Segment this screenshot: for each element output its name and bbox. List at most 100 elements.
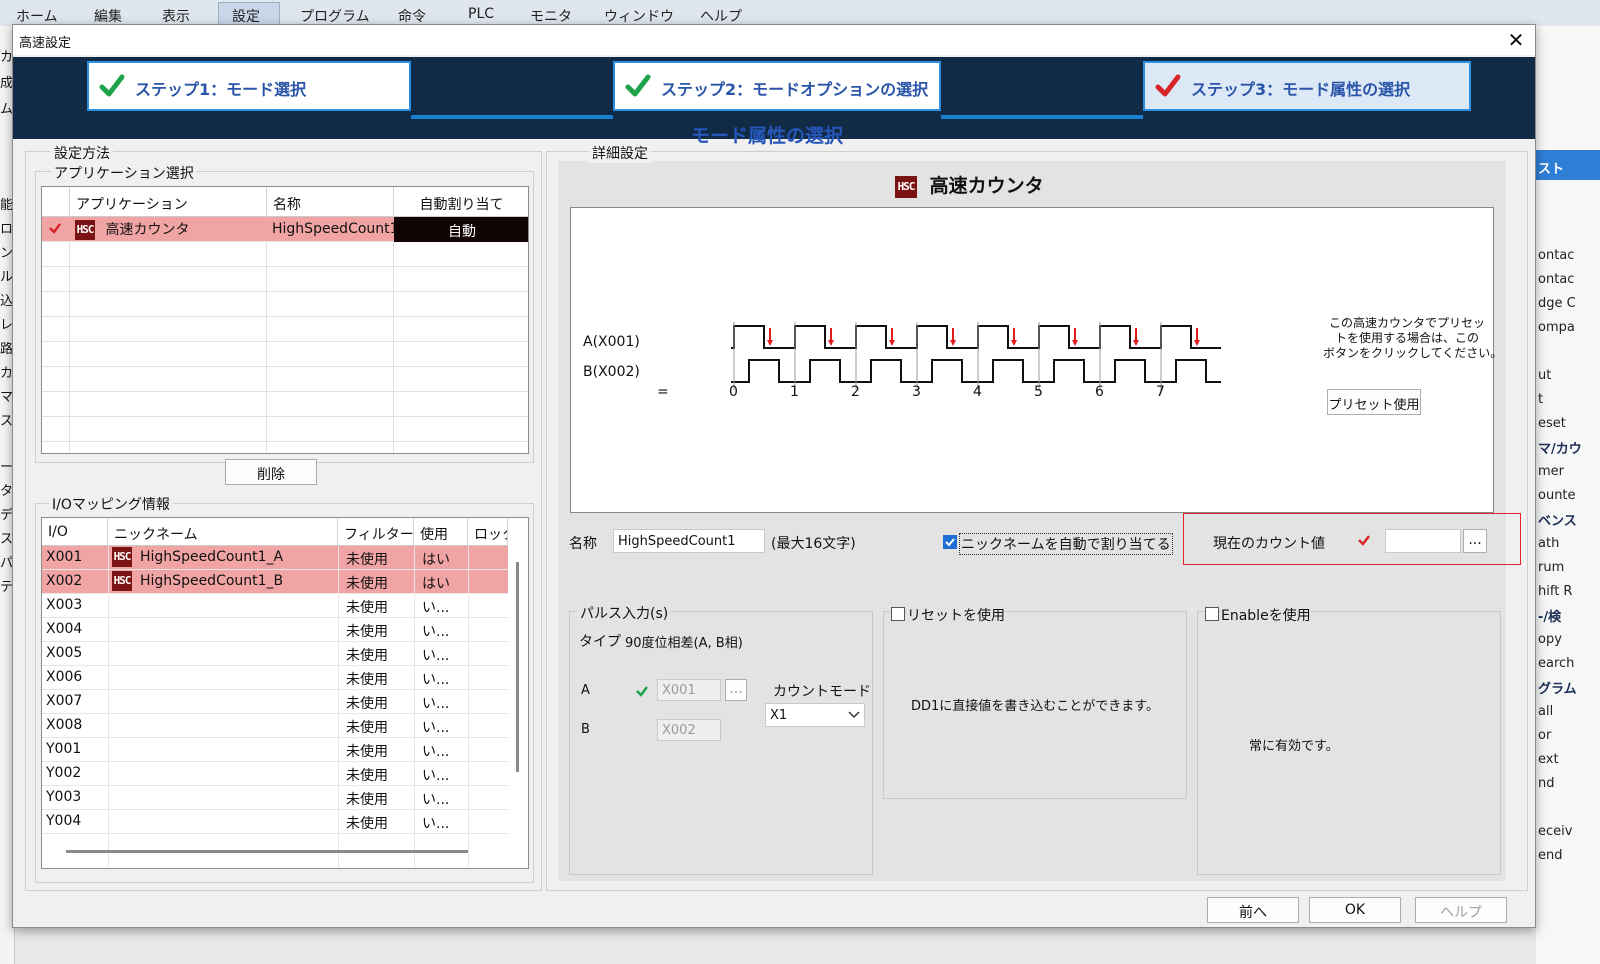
table-header[interactable]: アプリケーション xyxy=(70,187,267,217)
step-2[interactable]: ステップ2：モードオプションの選択 xyxy=(613,61,941,111)
count-tick: 6 xyxy=(1095,384,1104,400)
count-mode-label: カウントモード xyxy=(773,684,871,700)
delete-button[interactable]: 削除 xyxy=(225,459,317,485)
table-header[interactable]: 使用 xyxy=(414,518,468,546)
right-panel-item[interactable]: ath xyxy=(1538,536,1559,551)
right-panel-item[interactable]: eceiv xyxy=(1538,824,1572,839)
use-cell: はい xyxy=(422,552,450,568)
step-3[interactable]: ステップ3：モード属性の選択 xyxy=(1143,61,1471,111)
table-row[interactable]: X005 未使用 い... xyxy=(42,642,508,666)
right-panel-item[interactable]: ut xyxy=(1538,368,1551,383)
right-panel-item[interactable]: ext xyxy=(1538,752,1559,767)
io-cell: X003 xyxy=(46,597,83,613)
right-panel-item[interactable]: ontac xyxy=(1538,248,1574,263)
table-row[interactable]: Y003 未使用 い... xyxy=(42,786,508,810)
check-icon xyxy=(49,223,61,234)
right-panel-item[interactable]: rum xyxy=(1538,560,1564,575)
table-row[interactable]: HSC 高速カウンタ HighSpeedCount1 自動 xyxy=(42,217,528,242)
table-header[interactable]: I/O xyxy=(42,518,108,546)
filter-cell: 未使用 xyxy=(346,720,388,736)
enable-checkbox[interactable] xyxy=(1205,607,1219,621)
ok-button[interactable]: OK xyxy=(1309,897,1401,923)
table-row[interactable]: Y001 未使用 い... xyxy=(42,738,508,762)
right-panel-item[interactable]: t xyxy=(1538,392,1543,407)
table-row[interactable]: X003 未使用 い... xyxy=(42,594,508,618)
table-header[interactable]: 自動割り当て xyxy=(394,187,528,217)
filter-cell: 未使用 xyxy=(346,768,388,784)
step-1[interactable]: ステップ1：モード選択 xyxy=(87,61,411,111)
use-cell: い... xyxy=(422,624,450,640)
current-count-input[interactable] xyxy=(1385,529,1461,553)
right-panel-item[interactable]: ompa xyxy=(1538,320,1575,335)
reset-checkbox[interactable] xyxy=(891,607,905,621)
menu-plc[interactable]: PLC xyxy=(468,6,494,22)
right-panel-item[interactable]: mer xyxy=(1538,464,1564,479)
menu-view[interactable]: 表示 xyxy=(162,6,190,26)
horizontal-scrollbar[interactable] xyxy=(66,850,468,853)
table-row[interactable]: X004 未使用 い... xyxy=(42,618,508,642)
right-panel-item[interactable]: nd xyxy=(1538,776,1555,791)
menu-program[interactable]: プログラム xyxy=(300,6,370,26)
right-panel-item[interactable]: dge C xyxy=(1538,296,1576,311)
right-panel-item[interactable]: or xyxy=(1538,728,1551,743)
nickname-cell: HSC HighSpeedCount1_B xyxy=(108,570,338,594)
menu-home[interactable]: ホーム xyxy=(16,6,58,26)
table-row xyxy=(42,267,528,292)
table-header[interactable]: 名称 xyxy=(267,187,394,217)
table-row[interactable]: X006 未使用 い... xyxy=(42,666,508,690)
count-mode-value: X1 xyxy=(770,708,788,723)
filter-cell: 未使用 xyxy=(346,552,388,568)
right-panel-item[interactable]: ontac xyxy=(1538,272,1574,287)
prev-button[interactable]: 前へ xyxy=(1207,897,1299,923)
table-row[interactable]: X001 HSC HighSpeedCount1_A 未使用 はい xyxy=(42,546,508,570)
menu-window[interactable]: ウィンドウ xyxy=(604,6,674,26)
table-header[interactable]: ニックネーム xyxy=(108,518,338,546)
right-panel-item[interactable]: earch xyxy=(1538,656,1574,671)
vertical-scrollbar[interactable] xyxy=(516,562,519,772)
io-cell: X005 xyxy=(46,645,83,661)
right-panel-item[interactable]: end xyxy=(1538,848,1563,863)
preset-button[interactable]: プリセット使用 xyxy=(1327,389,1421,415)
table-header[interactable]: ロック xyxy=(468,518,508,546)
input-a-browse-button[interactable]: ... xyxy=(725,679,747,701)
right-panel-item[interactable]: ounte xyxy=(1538,488,1576,503)
menu-edit[interactable]: 編集 xyxy=(94,6,122,26)
filter-cell: 未使用 xyxy=(346,576,388,592)
name-input[interactable]: HighSpeedCount1 xyxy=(613,529,765,553)
step-3-label: ステップ3：モード属性の選択 xyxy=(1191,80,1411,99)
table-row[interactable]: X002 HSC HighSpeedCount1_B 未使用 はい xyxy=(42,570,508,594)
table-row[interactable]: Y004 未使用 い... xyxy=(42,810,508,834)
count-tick: 4 xyxy=(973,384,982,400)
right-panel-item[interactable]: all xyxy=(1538,704,1553,719)
use-cell: い... xyxy=(422,648,450,664)
count-mode-select[interactable]: X1 xyxy=(765,703,865,727)
enable-description: 常に有効です。 xyxy=(1249,739,1339,754)
menu-settings[interactable]: 設定 xyxy=(232,6,260,26)
io-cell: Y004 xyxy=(46,813,82,829)
right-panel-header: -/検 xyxy=(1538,610,1562,625)
menu-monitor[interactable]: モニタ xyxy=(530,6,572,26)
table-row xyxy=(42,242,528,267)
right-panel-item[interactable]: opy xyxy=(1538,632,1562,647)
menu-help[interactable]: ヘルプ xyxy=(700,6,742,26)
auto-nickname-checkbox[interactable] xyxy=(943,535,957,549)
timing-diagram-panel: A(X001) B(X002) = 0 1 2 3 4 5 6 7 この高速カウ… xyxy=(570,207,1502,513)
current-count-browse-button[interactable]: ... xyxy=(1463,529,1487,553)
menubar: ホーム 編集 表示 設定 プログラム 命令 PLC モニタ ウィンドウ ヘルプ xyxy=(0,0,1600,26)
right-panel-item[interactable]: eset xyxy=(1538,416,1566,431)
nickname-cell: HSC HighSpeedCount1_A xyxy=(108,546,338,570)
right-panel-item[interactable]: hift R xyxy=(1538,584,1572,599)
auto-nickname-label[interactable]: ニックネームを自動で割り当てる xyxy=(959,533,1173,555)
table-row xyxy=(42,417,528,442)
auto-assign-cell[interactable]: 自動 xyxy=(394,217,528,242)
menu-instruction[interactable]: 命令 xyxy=(398,6,426,26)
table-row[interactable]: X008 未使用 い... xyxy=(42,714,508,738)
enable-group xyxy=(1197,611,1501,875)
filter-cell: 未使用 xyxy=(346,792,388,808)
table-header[interactable]: フィルター xyxy=(338,518,414,546)
table-row[interactable]: X007 未使用 い... xyxy=(42,690,508,714)
dialog-titlebar: 高速設定 ✕ xyxy=(13,25,1535,55)
close-button[interactable]: ✕ xyxy=(1503,28,1529,52)
table-row[interactable]: Y002 未使用 い... xyxy=(42,762,508,786)
help-button[interactable]: ヘルプ xyxy=(1415,897,1507,923)
